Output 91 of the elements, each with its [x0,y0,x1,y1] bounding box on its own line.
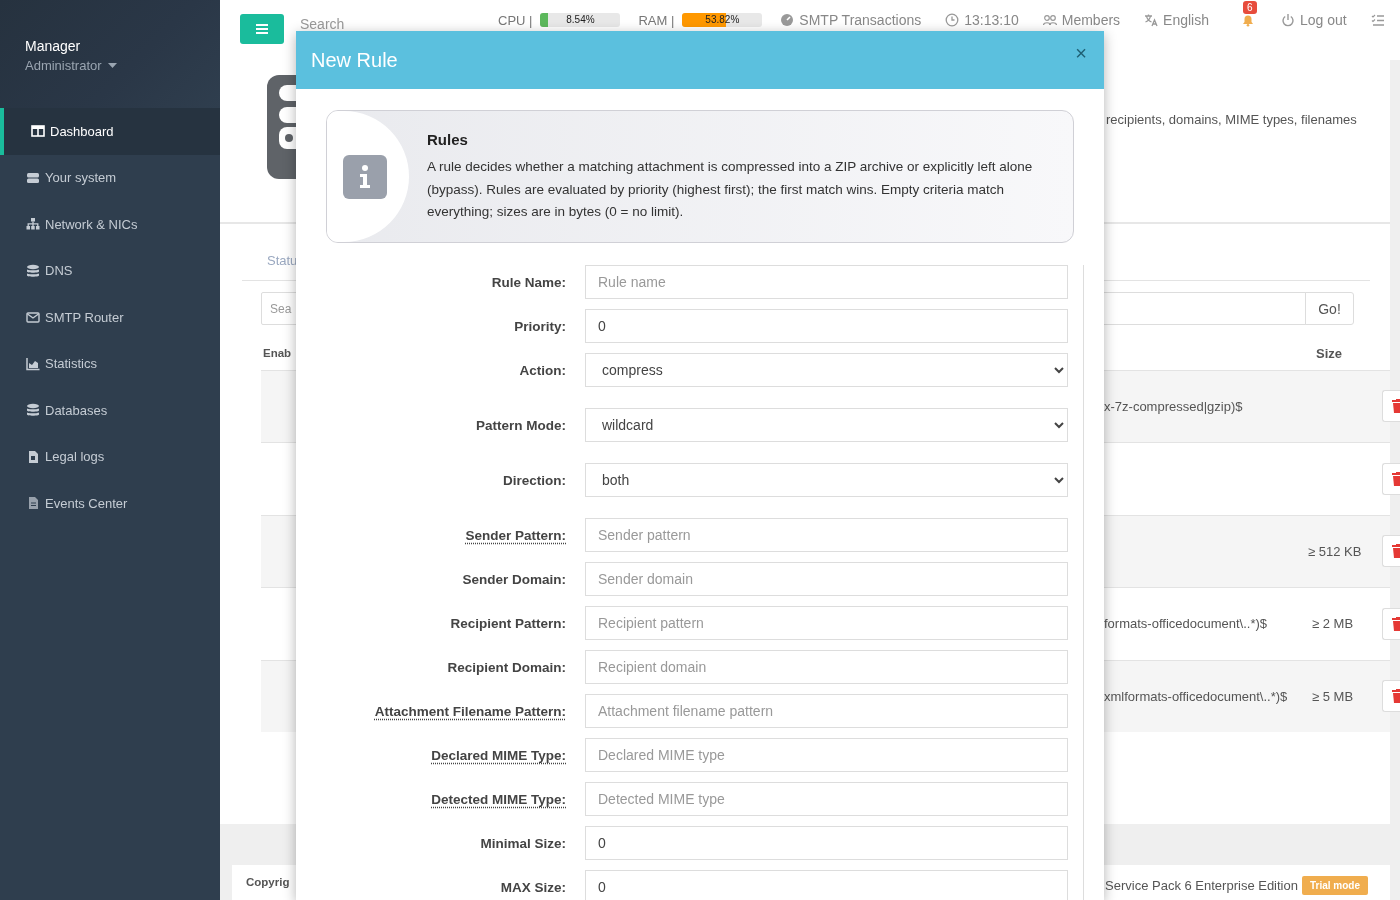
network-icon [26,217,40,232]
envelope-icon [26,310,40,325]
delete-button[interactable] [1382,462,1400,495]
input-field[interactable]: Recipient pattern [585,606,1068,640]
table-cell-text: formats-officedocument\..*)$ [1104,616,1269,631]
clock-icon [945,13,960,27]
dropdown[interactable]: wildcard [585,408,1068,442]
sidebar-item[interactable]: SMTP Router [0,294,220,341]
meter-label: RAM | [638,12,675,28]
trash-icon [1392,471,1400,486]
checklist-icon[interactable] [1370,13,1385,27]
edition-text: Service Pack 6 Enterprise Edition [1105,878,1298,893]
field-label: Minimal Size: [479,835,566,851]
field-label: Recipient Pattern: [449,615,566,631]
field-label: Declared MIME Type: [430,747,566,763]
input-field[interactable]: Sender domain [585,562,1068,596]
server-icon [26,170,40,185]
delete-button[interactable] [1382,680,1400,712]
translate-icon [1144,13,1159,27]
caret-icon [107,63,117,68]
field-label: Sender Domain: [461,571,566,587]
column-header: Enab [263,347,293,359]
sidebar-item[interactable]: Databases [0,387,220,434]
copyright-text: Copyrig [246,876,290,888]
field-label: Rule Name: [490,274,566,290]
table-cell-text: ≥ 5 MB [1312,688,1355,704]
sidebar-item[interactable]: Legal logs [0,433,220,480]
menu-icon [256,24,268,34]
table-cell-text: ≥ 512 KB [1308,543,1363,559]
input-field[interactable]: Rule name [585,265,1068,299]
delete-button[interactable] [1382,390,1400,422]
column-header: Size [1316,345,1343,361]
chart-icon [26,356,40,371]
field-label: Action: [518,362,566,378]
topbar-link[interactable]: SMTP Transactions [780,12,922,28]
sidebar-item[interactable]: Network & NICs [0,201,220,248]
delete-button[interactable] [1382,535,1400,567]
user-name: Manager [25,38,81,54]
meter-reading: 8.54% [565,13,596,27]
info-icon [343,154,387,199]
field-label: Direction: [502,472,566,488]
dropdown[interactable]: both [585,463,1068,497]
input-field[interactable]: 0 [585,826,1068,860]
description-text: recipients, domains, MIME types, filenames [1106,112,1358,127]
input-field[interactable]: 0 [585,870,1068,900]
sidebar-item[interactable]: Statistics [0,340,220,387]
sidebar-item[interactable]: Dashboard [0,108,220,155]
callout-title: Rules [427,131,469,148]
field-label: Detected MIME Type: [430,791,566,807]
sidebar-item[interactable]: DNS [0,247,220,294]
field-label: Sender Pattern: [464,527,566,543]
input-field[interactable]: Declared MIME type [585,738,1068,772]
document-icon [26,496,40,511]
trash-icon [1392,616,1400,631]
sidebar-item[interactable]: Your system [0,154,220,201]
database-icon [26,403,40,418]
table-cell-text: xmlformats-officedocument\..*)$ [1104,688,1289,704]
input-field[interactable]: 0 [585,309,1068,343]
dropdown[interactable]: compress [585,353,1068,387]
field-label: Recipient Domain: [446,659,566,675]
go-button[interactable]: Go! [1305,292,1354,325]
table-icon [31,124,45,139]
topbar-link[interactable]: 13:13:10 [945,12,1019,28]
delete-button[interactable] [1382,607,1400,640]
meter-label: CPU | [498,12,533,28]
document-icon [26,449,40,464]
callout-paragraph: A rule decides whether a matching attachment is compressed into a ZIP archive or explicitly left alone (bypass). Rules are evaluated by priority (highest first); the first match wins. Empty criteria match everything; sizes are in bytes (0 = no limit). [427,158,1034,221]
menu-button[interactable] [240,14,284,44]
modal-title: New Rule [311,48,398,72]
field-label: MAX Size: [499,879,566,895]
table-cell-text: x-7z-compressed|gzip)$ [1104,398,1244,414]
field-label: Priority: [513,318,566,334]
table-cell-text: ≥ 2 MB [1312,616,1355,631]
dashboard-icon [780,13,795,27]
people-icon [1042,13,1057,27]
input-field[interactable]: Sender pattern [585,518,1068,552]
field-label: Pattern Mode: [475,417,566,433]
topbar-link[interactable]: English [1144,12,1209,28]
trial-badge: Trial mode [1302,876,1368,895]
input-field[interactable]: Attachment filename pattern [585,694,1068,728]
notification-badge: 6 [1243,1,1257,14]
user-role-menu[interactable]: Administrator [25,58,117,73]
input-field[interactable]: Detected MIME type [585,782,1068,816]
bell-icon [1241,13,1255,27]
topbar-link[interactable]: Members [1042,12,1121,28]
topbar-link[interactable]: Log out [1281,12,1347,28]
power-icon [1281,13,1295,27]
input-field[interactable]: Recipient domain [585,650,1068,684]
database-icon [26,263,40,278]
sidebar-item[interactable]: Events Center [0,480,220,527]
field-label: Attachment Filename Pattern: [373,703,566,719]
